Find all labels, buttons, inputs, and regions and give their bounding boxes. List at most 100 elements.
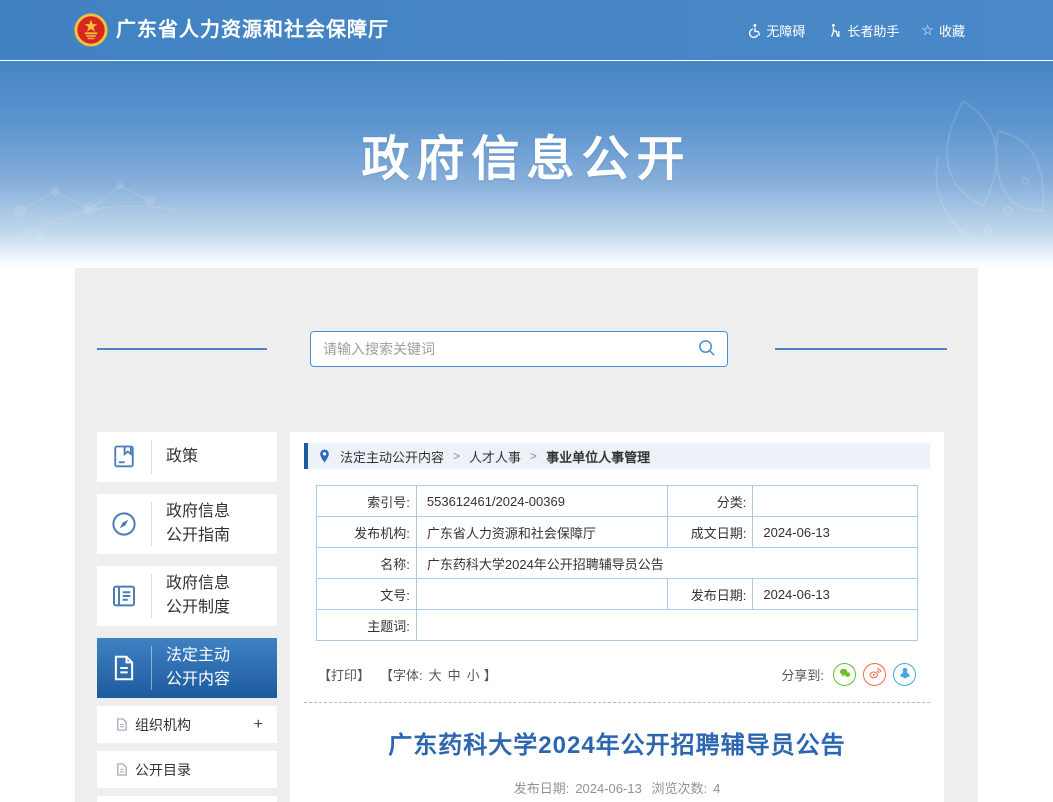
left-decorative-line [97, 348, 267, 350]
agency-label: 发布机构: [317, 517, 417, 548]
page-icon [115, 718, 128, 731]
breadcrumb-item-talent-hr[interactable]: 人才人事 [469, 447, 521, 466]
table-row: 主题词: [317, 610, 918, 641]
weibo-share-icon [868, 666, 882, 683]
font-size-suffix: 】 [484, 665, 497, 684]
banner: 政府信息公开 [0, 60, 1053, 268]
document-icon [97, 653, 151, 683]
share-wechat-button[interactable] [833, 663, 856, 686]
table-row: 发布机构: 广东省人力资源和社会保障厅 成文日期: 2024-06-13 [317, 517, 918, 548]
print-button[interactable]: 【打印】 [318, 665, 370, 684]
sidebar-subitem-label: 公开目录 [135, 760, 191, 780]
sidebar-subitem-label: 组织机构 [135, 715, 191, 735]
elder-assist-label: 长者助手 [847, 21, 899, 40]
breadcrumb-item-current: 事业单位人事管理 [546, 447, 650, 466]
star-icon: ☆ [921, 23, 934, 37]
font-size-large-button[interactable]: 大 [429, 665, 442, 684]
breadcrumb-item-statutory[interactable]: 法定主动公开内容 [340, 447, 444, 466]
article-toolbar: 【打印】 【字体: 大 中 小 】 分享到: [318, 663, 916, 686]
share-controls: 分享到: [781, 663, 916, 686]
share-qq-button[interactable] [893, 663, 916, 686]
top-header-bar: 广东省人力资源和社会保障厅 无障碍 [0, 0, 1053, 60]
wechat-share-icon [838, 666, 852, 683]
search-input[interactable] [311, 332, 685, 366]
favorite-link[interactable]: ☆ 收藏 [921, 21, 965, 40]
elder-assist-link[interactable]: 长者助手 [827, 21, 899, 40]
font-size-small-button[interactable]: 小 [467, 665, 480, 684]
publish-date-value: 2024-06-13 [753, 579, 918, 610]
divider [151, 502, 152, 546]
divider [151, 574, 152, 618]
article-title: 广东药科大学2024年公开招聘辅导员公告 [310, 725, 924, 760]
doc-number-value [416, 579, 668, 610]
share-weibo-button[interactable] [863, 663, 886, 686]
written-date-value: 2024-06-13 [753, 517, 918, 548]
article-publish-date: 2024-06-13 [575, 781, 642, 796]
name-label: 名称: [317, 548, 417, 579]
accessibility-link[interactable]: 无障碍 [746, 21, 805, 40]
main-container: 政策 政府信息公开指南 [75, 268, 978, 802]
right-decorative-line [775, 348, 947, 350]
index-number-label: 索引号: [317, 486, 417, 517]
sidebar-item-policy[interactable]: 政策 [97, 432, 277, 482]
accessibility-icon [746, 23, 761, 38]
search-button[interactable] [685, 332, 727, 366]
written-date-label: 成文日期: [668, 517, 753, 548]
page-title: 政府信息公开 [0, 119, 1053, 189]
table-row: 文号: 发布日期: 2024-06-13 [317, 579, 918, 610]
policy-book-icon [97, 443, 151, 471]
rules-book-icon [97, 581, 151, 611]
category-label: 分类: [668, 486, 753, 517]
sidebar-item-label: 政府信息公开制度 [166, 572, 238, 620]
table-row: 名称: 广东药科大学2024年公开招聘辅导员公告 [317, 548, 918, 579]
breadcrumb-separator: > [530, 449, 537, 463]
divider [151, 646, 152, 690]
index-number-value: 553612461/2024-00369 [416, 486, 668, 517]
doc-number-label: 文号: [317, 579, 417, 610]
expand-plus-icon[interactable]: + [254, 717, 263, 733]
publish-date-label: 发布日期: [668, 579, 753, 610]
article-meta: 发布日期: 2024-06-13 浏览次数: 4 [290, 778, 944, 797]
dashed-divider [304, 702, 930, 703]
accessibility-label: 无障碍 [766, 21, 805, 40]
divider [151, 440, 152, 474]
sidebar-subitem-work-news[interactable]: 工作动态 [97, 796, 277, 802]
national-emblem-logo [74, 13, 108, 47]
site-title[interactable]: 广东省人力资源和社会保障厅 [116, 0, 389, 60]
keywords-value [416, 610, 917, 641]
page-icon [115, 763, 128, 776]
sidebar-item-label: 政府信息公开指南 [166, 500, 238, 548]
document-info-table: 索引号: 553612461/2024-00369 分类: 发布机构: 广东省人… [316, 485, 918, 641]
qq-share-icon [898, 666, 912, 683]
sidebar-subitem-public-catalog[interactable]: 公开目录 [97, 751, 277, 788]
sidebar: 政策 政府信息公开指南 [97, 432, 277, 802]
article-views-label: 浏览次数: [651, 781, 707, 796]
font-size-medium-button[interactable]: 中 [448, 665, 461, 684]
share-label: 分享到: [781, 665, 824, 684]
sidebar-item-disclosure-rules[interactable]: 政府信息公开制度 [97, 566, 277, 626]
sidebar-item-statutory-disclosure[interactable]: 法定主动公开内容 [97, 638, 277, 698]
compass-icon [97, 509, 151, 539]
table-row: 索引号: 553612461/2024-00369 分类: [317, 486, 918, 517]
content-card: 法定主动公开内容 > 人才人事 > 事业单位人事管理 索引号: 55361246… [290, 432, 944, 802]
favorite-label: 收藏 [939, 21, 965, 40]
page: 广东省人力资源和社会保障厅 无障碍 [0, 0, 1053, 802]
breadcrumb: 法定主动公开内容 > 人才人事 > 事业单位人事管理 [304, 443, 930, 469]
sidebar-subitem-organization[interactable]: 组织机构 + [97, 706, 277, 743]
header-links: 无障碍 长者助手 ☆ 收藏 [746, 0, 965, 60]
font-size-prefix: 【字体: [380, 665, 423, 684]
article-publish-date-label: 发布日期: [514, 781, 570, 796]
breadcrumb-separator: > [453, 449, 460, 463]
sidebar-item-label: 法定主动公开内容 [166, 644, 238, 692]
sidebar-item-label: 政策 [166, 445, 238, 469]
elder-assist-icon [827, 23, 842, 38]
search-box [310, 331, 728, 367]
agency-value: 广东省人力资源和社会保障厅 [416, 517, 668, 548]
keywords-label: 主题词: [317, 610, 417, 641]
location-pin-icon [318, 448, 331, 464]
category-value [753, 486, 918, 517]
print-font-controls: 【打印】 【字体: 大 中 小 】 [318, 665, 497, 684]
sidebar-item-disclosure-guide[interactable]: 政府信息公开指南 [97, 494, 277, 554]
article-views: 4 [713, 781, 720, 796]
name-value: 广东药科大学2024年公开招聘辅导员公告 [416, 548, 917, 579]
